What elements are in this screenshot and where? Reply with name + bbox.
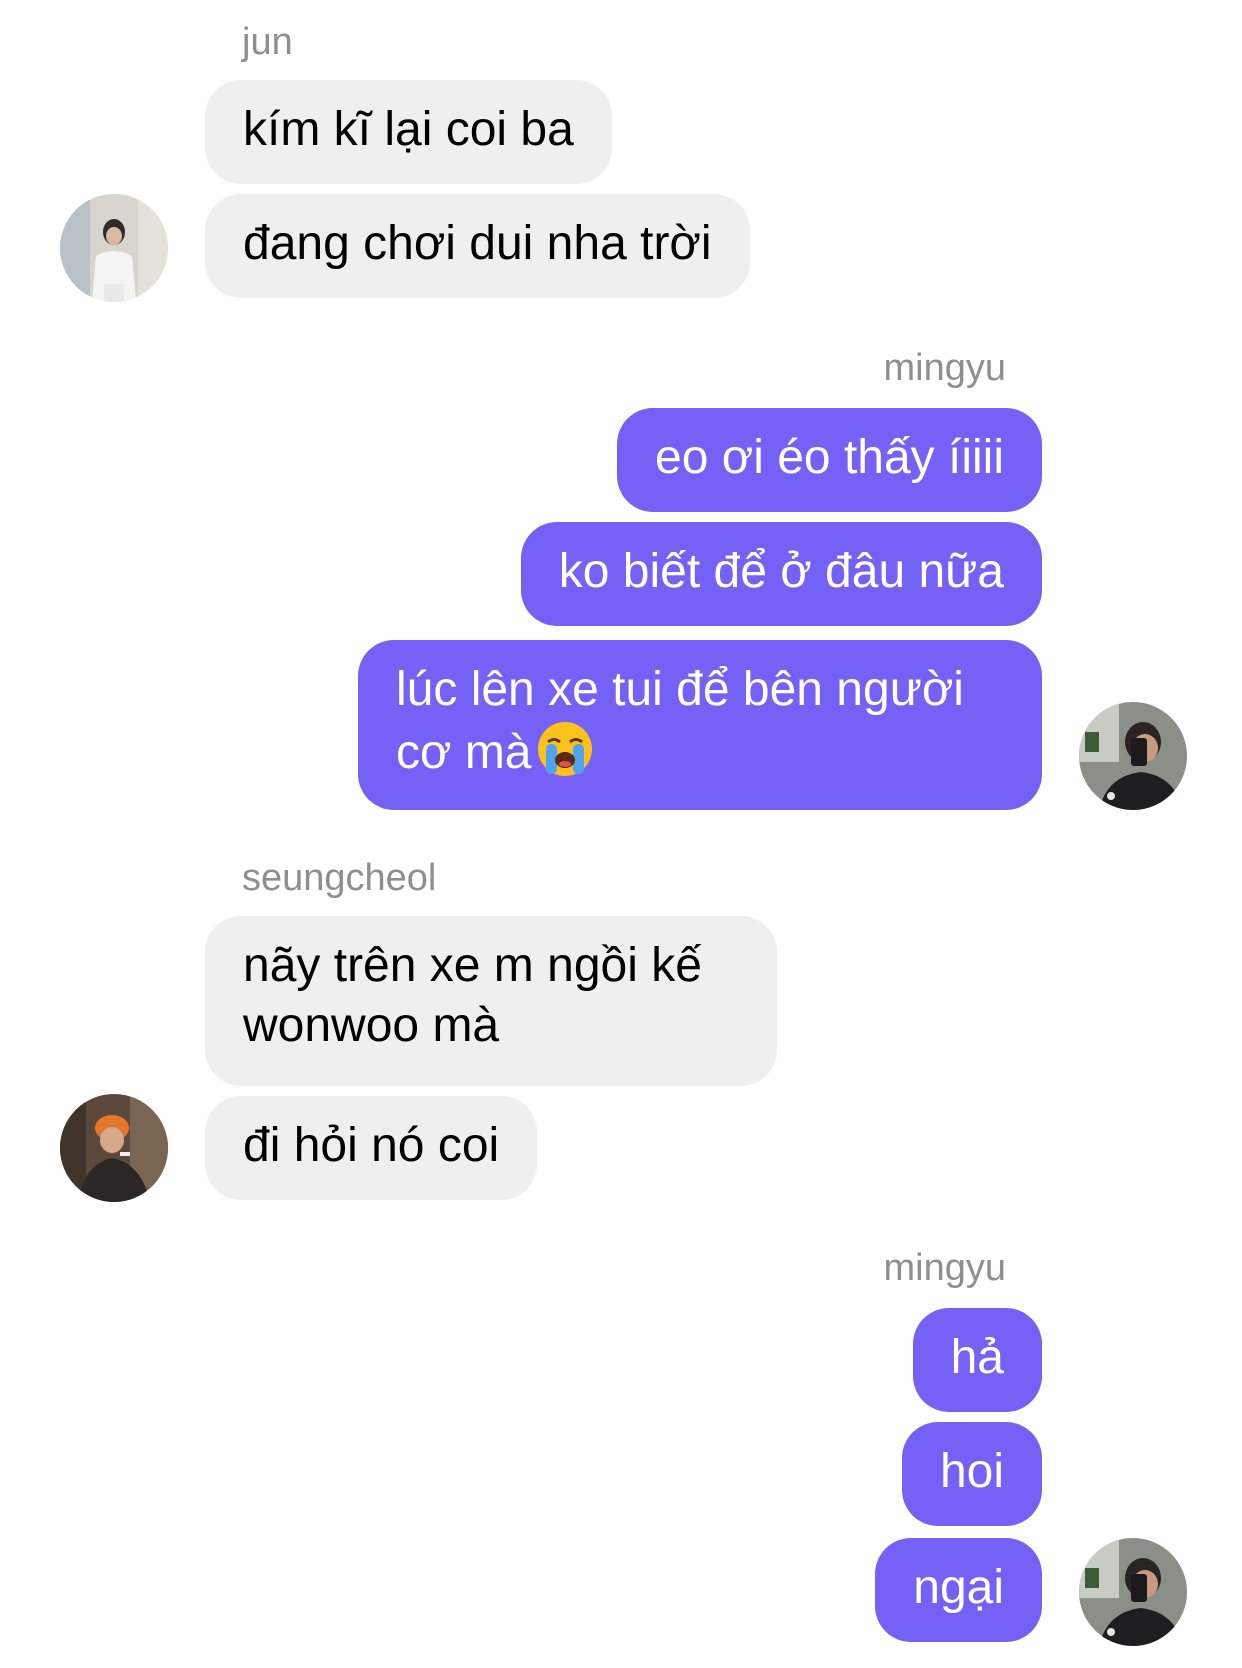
message-text: đang chơi dui nha trời	[243, 217, 712, 270]
avatar-jun[interactable]	[60, 194, 168, 302]
message-text: lúc lên xe tui để bên người cơ mà	[396, 663, 964, 779]
chat-thread: jun kím kĩ lại coi ba đang chơi dui nha …	[0, 0, 1242, 1668]
message-text: ko biết để ở đâu nữa	[558, 545, 1004, 598]
message-bubble-outgoing[interactable]: hoi	[901, 1422, 1042, 1526]
sender-name-mingyu: mingyu	[883, 1247, 1007, 1289]
sender-name-mingyu: mingyu	[883, 347, 1007, 389]
message-bubble-incoming[interactable]: đang chơi dui nha trời	[205, 194, 750, 298]
message-text: kím kĩ lại coi ba	[243, 103, 574, 156]
sender-name-seungcheol: seungcheol	[242, 857, 437, 899]
message-bubble-outgoing[interactable]: ngại	[875, 1538, 1042, 1642]
message-bubble-outgoing[interactable]: ko biết để ở đâu nữa	[520, 522, 1042, 626]
sender-name-jun: jun	[242, 21, 293, 63]
message-bubble-outgoing[interactable]: eo ơi éo thấy íiiii	[617, 408, 1042, 512]
loudly-crying-face-icon	[536, 720, 594, 778]
message-text: eo ơi éo thấy íiiii	[655, 431, 1004, 484]
message-text: ngại	[913, 1561, 1004, 1614]
message-text: nãy trên xe m ngồi kế wonwoo mà	[243, 939, 702, 1052]
avatar-mingyu[interactable]	[1079, 702, 1187, 810]
message-text: hoi	[939, 1445, 1004, 1498]
message-bubble-outgoing[interactable]: hả	[912, 1308, 1042, 1412]
message-text: đi hỏi nó coi	[243, 1119, 500, 1172]
message-bubble-incoming[interactable]: đi hỏi nó coi	[205, 1096, 538, 1200]
message-bubble-outgoing[interactable]: lúc lên xe tui để bên người cơ mà	[358, 640, 1042, 810]
avatar-mingyu[interactable]	[1079, 1538, 1187, 1646]
message-text: hả	[950, 1331, 1004, 1384]
avatar-seungcheol[interactable]	[60, 1094, 168, 1202]
message-bubble-incoming[interactable]: kím kĩ lại coi ba	[205, 80, 612, 184]
message-bubble-incoming[interactable]: nãy trên xe m ngồi kế wonwoo mà	[205, 916, 777, 1086]
